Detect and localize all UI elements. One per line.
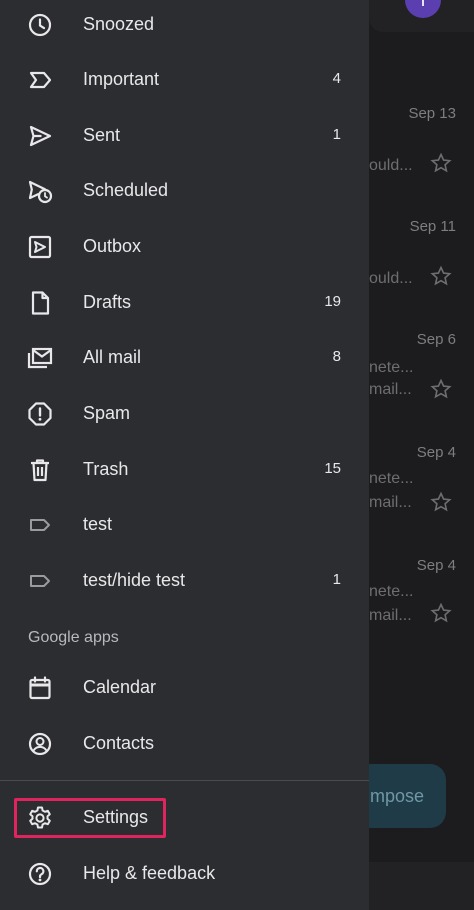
star-icon (430, 491, 452, 512)
gmail-screen: Sep 13 ould... Sep 11 ould... Sep 6 nete… (0, 0, 474, 910)
drawer-item-label: Help & feedback (83, 863, 216, 883)
drawer-item-label: Outbox (83, 236, 142, 256)
email-snippet: mail... (369, 607, 412, 624)
bottom-bar (369, 862, 474, 910)
drawer-item-label: test/hide test (83, 570, 186, 590)
email-row: Sep 4 nete... mail... (369, 557, 474, 669)
star-icon (430, 602, 452, 623)
drawer-item-test-hide-test[interactable]: test/hide test 1 (0, 553, 369, 609)
drawer-item-important[interactable]: Important 4 (0, 52, 369, 108)
navigation-drawer: Snoozed Important 4 Sent 1 Scheduled Out… (0, 0, 369, 910)
settings-highlight-box (14, 798, 166, 838)
clock-icon (26, 11, 54, 39)
email-row: Sep 11 ould... (369, 218, 474, 330)
drawer-item-help-feedback[interactable]: Help & feedback (0, 846, 369, 902)
email-date: Sep 4 (416, 444, 456, 461)
email-row: Sep 4 nete... mail... (369, 444, 474, 556)
drawer-item-label: Spam (83, 403, 131, 423)
drawer-item-contacts[interactable]: Contacts (0, 716, 369, 772)
email-snippet: nete... (369, 359, 414, 376)
star-icon (430, 378, 452, 399)
drawer-item-count: 8 (332, 348, 341, 365)
email-snippet: nete... (369, 470, 414, 487)
drawer-item-count: 1 (332, 126, 341, 143)
drawer-item-count: 4 (332, 70, 341, 87)
email-snippet: ould... (369, 157, 413, 174)
drawer-item-label: Drafts (83, 292, 132, 312)
drawer-item-outbox[interactable]: Outbox (0, 219, 369, 275)
drawer-item-count: 19 (324, 293, 341, 310)
important-icon (26, 66, 54, 94)
email-snippet: mail... (369, 381, 412, 398)
drawer-item-label: Calendar (83, 677, 157, 697)
contacts-icon (26, 730, 54, 758)
drawer-item-sent[interactable]: Sent 1 (0, 108, 369, 164)
send-icon (26, 122, 54, 150)
drawer-item-label: Snoozed (83, 14, 155, 34)
all-mail-icon (26, 344, 54, 372)
spam-icon (26, 400, 54, 428)
drawer-divider (0, 780, 369, 781)
drawer-item-label: All mail (83, 347, 142, 367)
drawer-item-spam[interactable]: Spam (0, 386, 369, 442)
draft-icon (26, 289, 54, 317)
drawer-item-label: Important (83, 69, 160, 89)
email-row: Sep 13 ould... (369, 105, 474, 217)
email-date: Sep 6 (416, 331, 456, 348)
email-snippet: ould... (369, 270, 413, 287)
drawer-item-label: Contacts (83, 733, 155, 753)
drawer-item-label: Trash (83, 459, 129, 479)
scheduled-send-icon (26, 177, 54, 205)
help-icon (26, 860, 54, 888)
label-icon (26, 511, 54, 539)
drawer-item-all-mail[interactable]: All mail 8 (0, 330, 369, 386)
star-icon (430, 265, 452, 286)
drawer-item-trash[interactable]: Trash 15 (0, 442, 369, 498)
email-date: Sep 4 (416, 557, 456, 574)
star-icon (430, 152, 452, 173)
drawer-item-count: 1 (332, 571, 341, 588)
email-date: Sep 11 (409, 218, 456, 235)
drawer-item-calendar[interactable]: Calendar (0, 660, 369, 716)
drawer-item-label: Sent (83, 125, 121, 145)
outbox-icon (26, 233, 54, 261)
drawer-item-test[interactable]: test (0, 497, 369, 553)
label-icon (26, 567, 54, 595)
drawer-item-scheduled[interactable]: Scheduled (0, 163, 369, 219)
drawer-item-label: test (83, 514, 113, 534)
calendar-icon (26, 674, 54, 702)
compose-label: mpose (370, 786, 425, 806)
drawer-item-drafts[interactable]: Drafts 19 (0, 275, 369, 331)
drawer-item-snoozed[interactable]: Snoozed (0, 0, 369, 53)
drawer-item-label: Scheduled (83, 180, 169, 200)
email-row: Sep 6 nete... mail... (369, 331, 474, 443)
google-apps-heading: Google apps (28, 629, 119, 646)
trash-icon (26, 456, 54, 484)
drawer-item-count: 15 (324, 460, 341, 477)
email-date: Sep 13 (408, 105, 456, 122)
email-snippet: nete... (369, 583, 414, 600)
email-snippet: mail... (369, 494, 412, 511)
